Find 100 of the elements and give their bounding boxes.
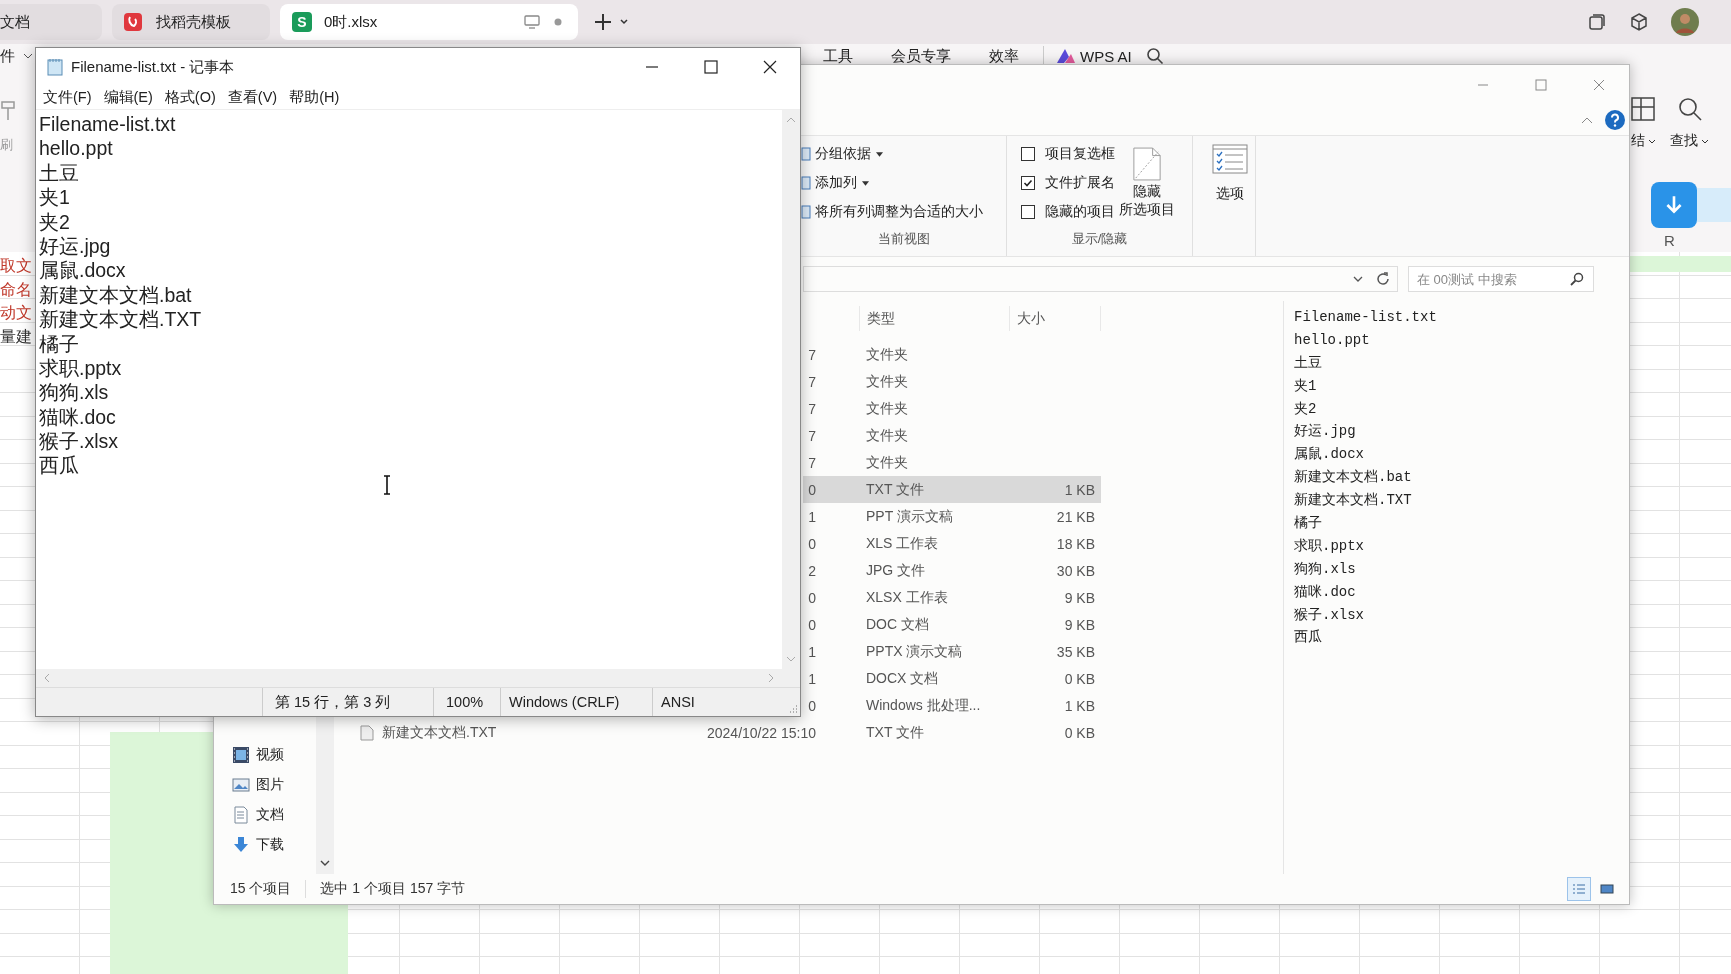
nav-item[interactable]: 文档 xyxy=(232,800,316,830)
search-icon[interactable] xyxy=(1145,47,1164,65)
app-tab[interactable]: S 0时.xlsx xyxy=(280,4,578,40)
column-header[interactable]: 类型 xyxy=(859,306,1009,331)
menu-item[interactable]: 格式(O) xyxy=(164,88,216,107)
file-row[interactable]: 7 文件夹 xyxy=(803,368,1101,395)
file-size: 9 KB xyxy=(1064,589,1095,606)
toolbar-panel xyxy=(1697,188,1731,222)
close-icon[interactable] xyxy=(763,60,777,74)
chevron-down-icon[interactable] xyxy=(1647,138,1656,144)
file-row[interactable]: 0 DOC 文档 9 KB xyxy=(803,611,1101,638)
download-arrow-icon xyxy=(232,836,250,854)
menu-item[interactable]: 件 xyxy=(0,46,15,66)
file-row[interactable]: 7 文件夹 xyxy=(803,341,1101,368)
nav-item[interactable]: 图片 xyxy=(232,770,316,800)
app-tab[interactable]: 文档 xyxy=(0,4,102,40)
status-text: 第 15 行，第 3 列 xyxy=(275,692,391,712)
column-header[interactable]: R xyxy=(1664,232,1675,249)
chevron-down-icon[interactable] xyxy=(1353,276,1363,282)
file-type: 文件夹 xyxy=(866,453,908,470)
group-label: 当前视图 xyxy=(876,230,931,248)
toolbar-label[interactable]: 查找 xyxy=(1670,132,1709,150)
file-size: 35 KB xyxy=(1056,643,1095,660)
file-row[interactable]: 1 PPT 演示文稿 21 KB xyxy=(803,503,1101,530)
file-row[interactable]: 7 文件夹 xyxy=(803,395,1101,422)
file-row[interactable]: 7 文件夹 xyxy=(803,449,1101,476)
unsaved-dot-icon xyxy=(554,18,562,26)
document-icon xyxy=(232,806,250,824)
text-area[interactable]: Filename-list.txt hello.ppt 土豆 夹1 夹2 好运.jpg 属鼠.docx 新建文本文档.bat 新建文本文档.TXT 橘子 求职.pptx 狗狗.xls 猫咪.doc 猴子.xlsx 西瓜 xyxy=(36,110,782,669)
file-row[interactable]: 0 XLSX 工作表 9 KB xyxy=(803,584,1101,611)
menu-item[interactable]: 查看(V) xyxy=(227,88,278,107)
window-restore-icon[interactable] xyxy=(1587,12,1607,32)
file-row[interactable]: 1 PPTX 演示文稿 35 KB xyxy=(803,638,1101,665)
cube-icon[interactable] xyxy=(1629,12,1649,32)
file-date: 0 xyxy=(808,697,816,714)
file-type: 文件夹 xyxy=(866,345,908,362)
text-cursor-icon xyxy=(382,475,392,495)
chevron-down-icon[interactable] xyxy=(23,53,33,59)
file-row[interactable]: 2 JPG 文件 30 KB xyxy=(803,557,1101,584)
chevron-down-icon[interactable] xyxy=(1701,138,1709,144)
file-type: XLS 工作表 xyxy=(866,534,939,551)
checkbox[interactable] xyxy=(1021,205,1035,219)
help-icon[interactable] xyxy=(1605,110,1625,130)
details-view-icon xyxy=(1572,883,1586,895)
nav-item[interactable]: 下载 xyxy=(232,830,316,860)
collapse-ribbon-icon[interactable] xyxy=(1581,116,1593,124)
search-field[interactable]: 在 00测试 中搜索 xyxy=(1408,266,1594,292)
preview-line: Filename-list.txt xyxy=(1294,308,1438,327)
menu-item[interactable]: 帮助(H) xyxy=(289,88,340,107)
file-row[interactable]: 0 XLS 工作表 18 KB xyxy=(803,530,1101,557)
checkbox[interactable] xyxy=(1021,176,1035,190)
app-tab[interactable]: 找稻壳模板 xyxy=(112,4,270,40)
hide-selected-button[interactable]: 隐藏 所选项目 xyxy=(1119,144,1175,230)
file-date: 2 xyxy=(808,562,816,579)
checkbox-option[interactable]: 隐藏的项目 xyxy=(1021,202,1115,222)
resize-grip-icon[interactable] xyxy=(788,704,798,714)
sheet-logo-icon: S xyxy=(292,12,312,32)
search-icon[interactable] xyxy=(1676,96,1703,122)
menu-item[interactable]: 效率 xyxy=(989,46,1019,66)
file-row[interactable]: 0 Windows 批处理... 1 KB xyxy=(803,692,1101,719)
table-cell-text: 命名 xyxy=(0,279,32,300)
address-field[interactable] xyxy=(803,266,1398,292)
checkbox[interactable] xyxy=(1021,147,1035,161)
file-row[interactable]: 7 文件夹 xyxy=(803,422,1101,449)
file-row[interactable]: 0 TXT 文件 1 KB xyxy=(803,476,1101,503)
menu-item[interactable]: WPS AI xyxy=(1080,47,1132,65)
nav-item[interactable]: 视频 xyxy=(232,740,316,770)
ribbon-command[interactable]: 分组依据 xyxy=(801,144,1006,164)
file-row[interactable]: 1 DOCX 文档 0 KB xyxy=(803,665,1101,692)
ribbon-command[interactable]: 添加列 xyxy=(801,173,1006,193)
column-icon xyxy=(801,205,811,219)
options-button[interactable]: 选项 xyxy=(1193,136,1255,202)
maximize-icon[interactable] xyxy=(1535,79,1547,91)
file-type: DOC 文档 xyxy=(866,615,929,632)
freeze-grid-icon[interactable] xyxy=(1630,96,1656,122)
view-toggle[interactable] xyxy=(1567,877,1591,901)
new-tab-icon[interactable] xyxy=(594,12,630,32)
scroll-down-icon[interactable] xyxy=(320,860,330,866)
menu-item[interactable]: 编辑(E) xyxy=(103,88,153,107)
menu-item[interactable]: 会员专享 xyxy=(891,46,951,66)
download-button[interactable] xyxy=(1651,182,1697,228)
refresh-icon[interactable] xyxy=(1375,271,1391,287)
menu-item[interactable]: 文件(F) xyxy=(43,88,92,107)
file-date: 7 xyxy=(808,373,816,390)
column-header[interactable]: 大小 xyxy=(1009,306,1101,331)
checkbox-option[interactable]: 文件扩展名 xyxy=(1021,173,1115,193)
file-date: 7 xyxy=(808,400,816,417)
file-row[interactable]: 新建文本文档.TXT 2024/10/22 15:10 TXT 文件 0 KB xyxy=(334,719,1101,746)
menu-item[interactable]: 工具 xyxy=(823,46,853,66)
file-date: 0 xyxy=(808,481,816,498)
avatar-icon[interactable] xyxy=(1671,8,1699,36)
checkbox-option[interactable]: 项目复选框 xyxy=(1021,144,1115,164)
monitor-icon[interactable] xyxy=(524,15,540,29)
maximize-icon[interactable] xyxy=(704,60,718,74)
file-type: 文件夹 xyxy=(866,399,908,416)
file-date: 0 xyxy=(808,616,816,633)
group-label: 显示/隐藏 xyxy=(1070,230,1129,248)
ribbon-command[interactable]: 将所有列调整为合适的大小 xyxy=(801,202,1006,222)
toolbar-label[interactable]: 结 xyxy=(1630,132,1656,150)
file-date: 0 xyxy=(808,535,816,552)
